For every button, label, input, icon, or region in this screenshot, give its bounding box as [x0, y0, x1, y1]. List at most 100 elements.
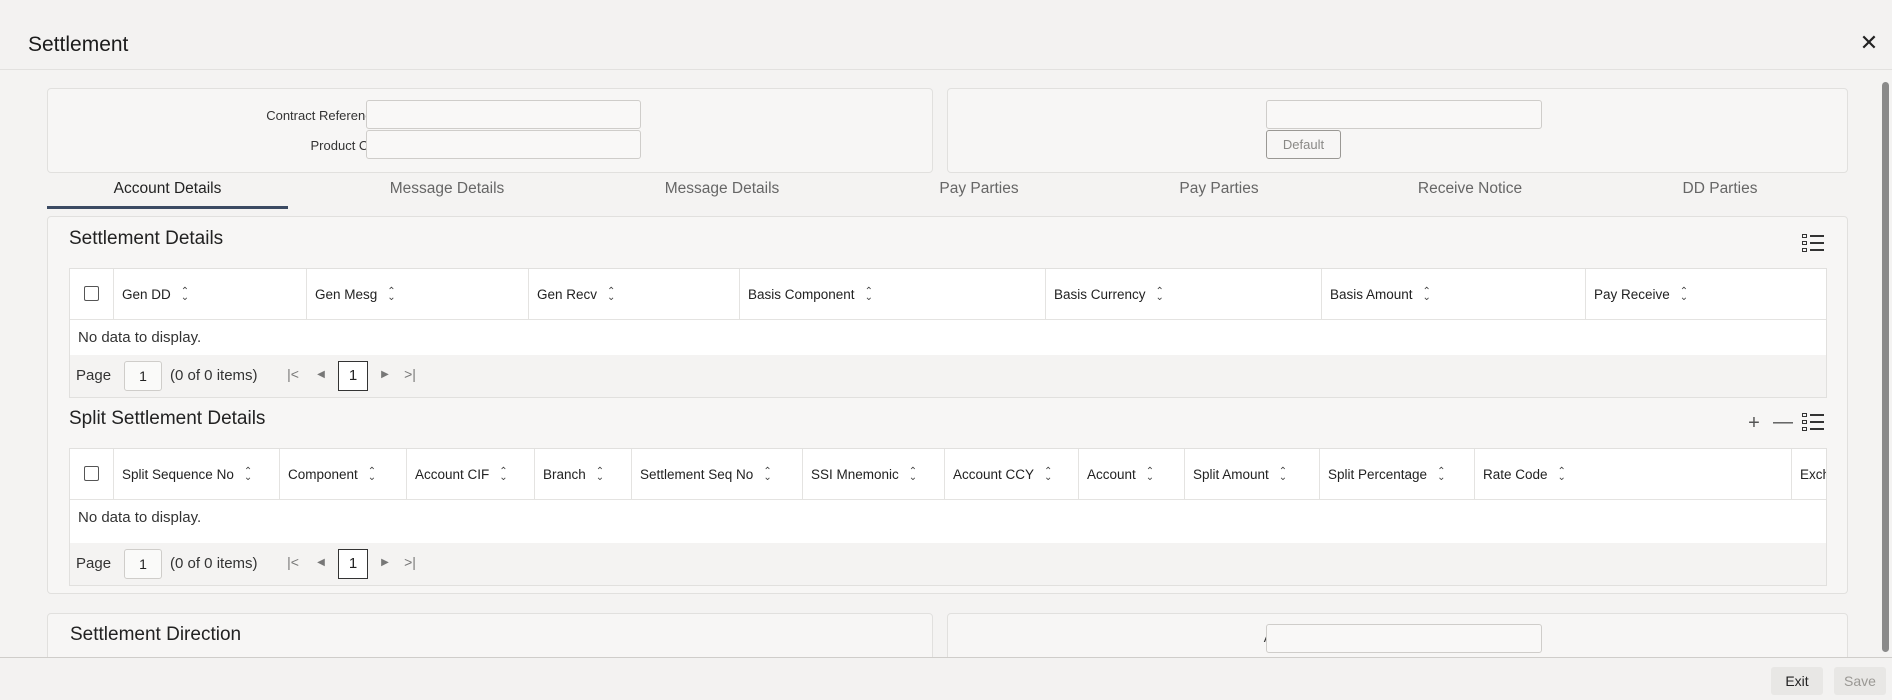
col-exch[interactable]: Exch	[1792, 449, 1826, 500]
sort-icon: ⌃ ⌄	[1155, 286, 1164, 304]
tab-dd-parties[interactable]: DD Parties	[1600, 172, 1840, 208]
contract-reference-input[interactable]	[366, 100, 641, 129]
select-all-checkbox[interactable]	[84, 286, 99, 301]
header-panel-left: Contract Reference* Product Code	[47, 88, 933, 173]
active-tab-indicator	[47, 206, 288, 209]
split-settlement-grid: Split Sequence No ⌃ ⌄ Component ⌃ ⌄ Account …	[69, 448, 1827, 586]
empty-message: No data to display.	[78, 329, 202, 346]
col-label: Split Amount	[1193, 467, 1269, 482]
col-account-ccy[interactable]: Account CCY ⌃ ⌄	[945, 449, 1079, 500]
sort-icon: ⌃ ⌄	[763, 466, 772, 484]
col-gen-dd[interactable]: Gen DD ⌃ ⌄	[114, 269, 307, 320]
col-label: Split Percentage	[1328, 467, 1428, 482]
page-input[interactable]: 1	[124, 549, 162, 579]
exit-button[interactable]: Exit	[1771, 667, 1823, 695]
settlement-details-grid: Gen DD ⌃ ⌄ Gen Mesg ⌃ ⌄ Gen Recv ⌃ ⌄ Basis Com…	[69, 268, 1827, 398]
sort-icon: ⌃ ⌄	[607, 286, 616, 304]
sort-icon: ⌃ ⌄	[1557, 466, 1566, 484]
sort-icon: ⌃ ⌄	[367, 466, 377, 484]
last-page-icon[interactable]: >|	[402, 554, 418, 570]
col-rate-code[interactable]: Rate Code ⌃ ⌄	[1475, 449, 1792, 500]
add-row-icon[interactable]: +	[1743, 412, 1765, 434]
sort-icon: ⌃ ⌄	[908, 466, 918, 484]
remove-row-icon[interactable]: —	[1772, 411, 1794, 433]
sort-icon: ⌃ ⌄	[1145, 466, 1155, 484]
col-split-percentage[interactable]: Split Percentage ⌃ ⌄	[1320, 449, 1475, 500]
next-page-icon[interactable]: ▶	[377, 369, 393, 380]
tab-message-details-2[interactable]: Message Details	[602, 172, 842, 208]
last-page-icon[interactable]: >|	[402, 366, 418, 382]
col-split-amount[interactable]: Split Amount ⌃ ⌄	[1185, 449, 1320, 500]
sort-icon: ⌃ ⌄	[1437, 466, 1446, 484]
page-label: Page	[76, 367, 112, 384]
sort-icon: ⌃ ⌄	[1278, 466, 1288, 484]
default-button[interactable]: Default	[1266, 130, 1341, 159]
grid-header: Gen DD ⌃ ⌄ Gen Mesg ⌃ ⌄ Gen Recv ⌃ ⌄ Basis Com…	[70, 269, 1826, 320]
scrollbar-thumb[interactable]	[1882, 82, 1889, 652]
col-label: Split Sequence No	[122, 467, 234, 482]
prev-page-icon[interactable]: ◀	[313, 557, 329, 568]
column-chooser-icon[interactable]	[1802, 413, 1824, 433]
col-label: Branch	[543, 467, 586, 482]
page-input[interactable]: 1	[124, 361, 162, 391]
col-label: Component	[288, 467, 358, 482]
col-pay-receive[interactable]: Pay Receive ⌃ ⌄	[1586, 269, 1826, 320]
col-basis-component[interactable]: Basis Component ⌃ ⌄	[740, 269, 1046, 320]
sort-icon: ⌃ ⌄	[243, 466, 253, 484]
col-account-cif[interactable]: Account CIF ⌃ ⌄	[407, 449, 535, 500]
col-ssi-mnemonic[interactable]: SSI Mnemonic ⌃ ⌄	[803, 449, 945, 500]
col-label: Account	[1087, 467, 1136, 482]
sort-icon: ⌃ ⌄	[499, 466, 508, 484]
grid-header: Split Sequence No ⌃ ⌄ Component ⌃ ⌄ Account …	[70, 449, 1826, 500]
account-desc-input[interactable]	[1266, 624, 1542, 653]
current-page[interactable]: 1	[338, 549, 368, 579]
next-page-icon[interactable]: ▶	[377, 557, 393, 568]
current-page[interactable]: 1	[338, 361, 368, 391]
select-all-cell	[70, 449, 114, 500]
vertical-scrollbar[interactable]	[1880, 80, 1890, 657]
product-code-input[interactable]	[366, 130, 641, 159]
col-label: Pay Receive	[1594, 287, 1670, 302]
col-basis-currency[interactable]: Basis Currency ⌃ ⌄	[1046, 269, 1322, 320]
col-account[interactable]: Account ⌃ ⌄	[1079, 449, 1185, 500]
contract-reference-label: Contract Reference*	[148, 108, 388, 123]
col-label: SSI Mnemonic	[811, 467, 899, 482]
col-component[interactable]: Component ⌃ ⌄	[280, 449, 407, 500]
tab-account-details[interactable]: Account Details	[47, 172, 288, 208]
sort-icon: ⌃ ⌄	[1679, 286, 1689, 304]
settlement-direction-title: Settlement Direction	[70, 624, 242, 645]
first-page-icon[interactable]: |<	[285, 554, 301, 570]
prev-page-icon[interactable]: ◀	[313, 369, 329, 380]
tab-pay-parties-2[interactable]: Pay Parties	[1099, 172, 1339, 208]
pagination: Page 1 (0 of 0 items) |< ◀ 1 ▶ >|	[70, 543, 1826, 585]
col-label: Account CIF	[415, 467, 490, 482]
col-split-sequence-no[interactable]: Split Sequence No ⌃ ⌄	[114, 449, 280, 500]
col-branch[interactable]: Branch ⌃ ⌄	[535, 449, 632, 500]
select-all-checkbox[interactable]	[84, 466, 99, 481]
settlement-details-title: Settlement Details	[69, 228, 224, 249]
col-gen-recv[interactable]: Gen Recv ⌃ ⌄	[529, 269, 740, 320]
header-panel-right: Component Default	[947, 88, 1848, 173]
sort-icon: ⌃ ⌄	[595, 466, 605, 484]
first-page-icon[interactable]: |<	[285, 366, 301, 382]
sort-icon: ⌃ ⌄	[1422, 286, 1431, 304]
tab-receive-notice[interactable]: Receive Notice	[1350, 172, 1590, 208]
col-label: Exch	[1800, 467, 1826, 482]
col-basis-amount[interactable]: Basis Amount ⌃ ⌄	[1322, 269, 1586, 320]
tab-message-details-1[interactable]: Message Details	[327, 172, 567, 208]
split-settlement-details-title: Split Settlement Details	[69, 408, 266, 429]
save-button[interactable]: Save	[1834, 667, 1886, 695]
col-settlement-seq-no[interactable]: Settlement Seq No ⌃ ⌄	[632, 449, 803, 500]
close-icon[interactable]: ✕	[1858, 32, 1880, 54]
col-label: Settlement Seq No	[640, 467, 754, 482]
tab-pay-parties-1[interactable]: Pay Parties	[859, 172, 1099, 208]
dialog-footer: Exit Save	[0, 657, 1892, 700]
col-label: Gen Mesg	[315, 287, 378, 302]
col-label: Basis Component	[748, 287, 855, 302]
col-label: Rate Code	[1483, 467, 1548, 482]
column-chooser-icon[interactable]	[1802, 234, 1824, 254]
sort-icon: ⌃ ⌄	[180, 286, 190, 304]
col-gen-mesg[interactable]: Gen Mesg ⌃ ⌄	[307, 269, 529, 320]
component-input[interactable]	[1266, 100, 1542, 129]
product-code-label: Product Code	[310, 138, 391, 153]
